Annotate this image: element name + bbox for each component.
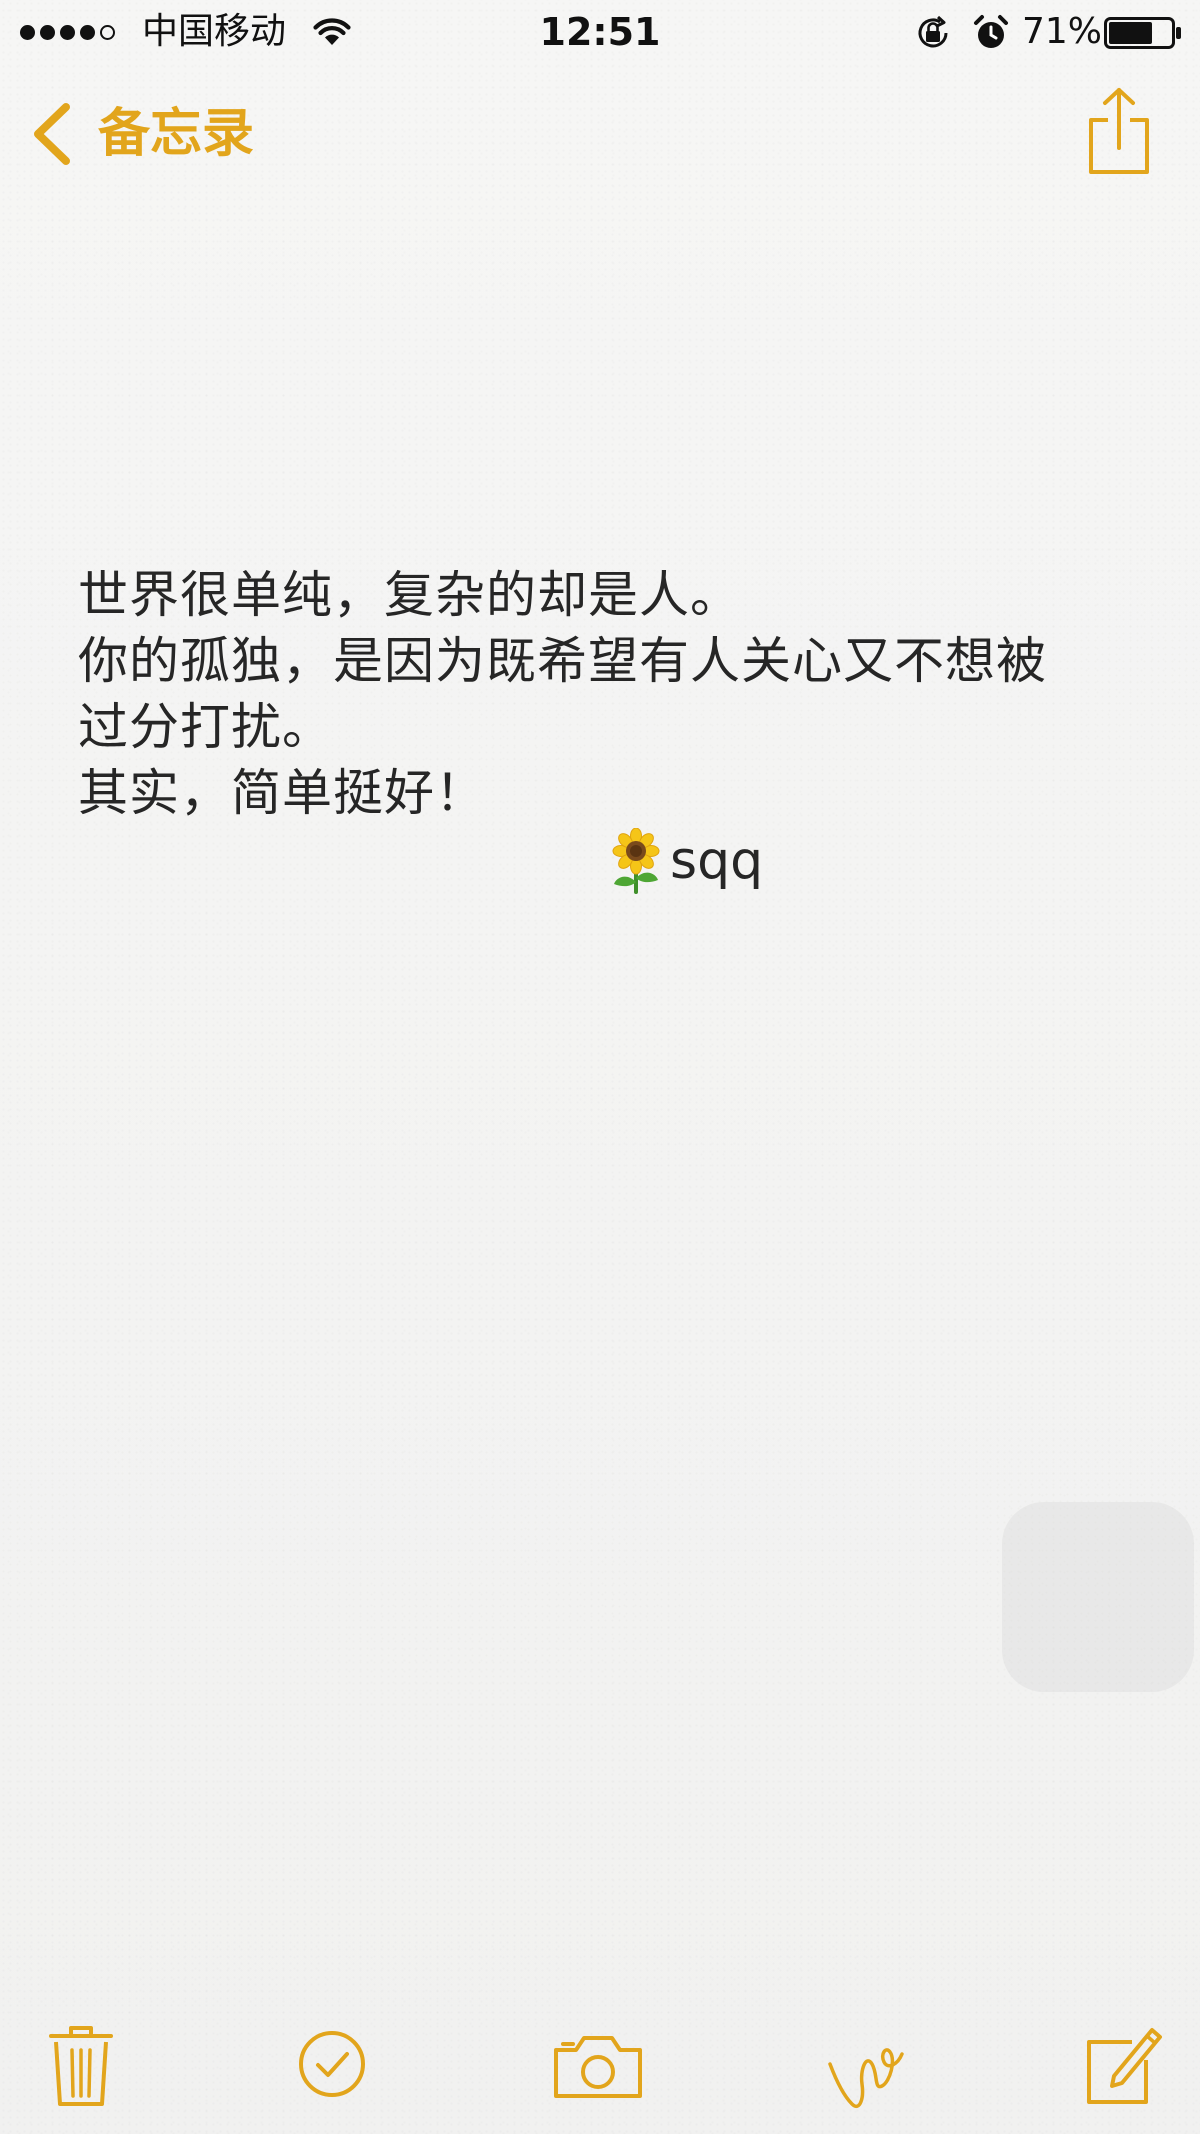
delete-button[interactable] xyxy=(48,2022,114,2108)
checklist-button[interactable] xyxy=(296,2028,368,2100)
chevron-left-icon xyxy=(34,103,70,165)
signal-dot-filled xyxy=(20,25,35,40)
share-icon xyxy=(1089,88,1149,174)
signal-dot-filled xyxy=(80,25,95,40)
sketch-icon xyxy=(828,2048,904,2108)
sketch-button[interactable] xyxy=(826,2024,906,2110)
note-line: 世界很单纯，复杂的却是人。 xyxy=(78,566,741,624)
note-line: 过分打扰。 xyxy=(78,698,333,756)
note-body[interactable]: 世界很单纯，复杂的却是人。 你的孤独，是因为既希望有人关心又不想被 过分打扰。 … xyxy=(78,562,1138,826)
battery-icon xyxy=(1104,17,1181,49)
signal-dot-filled xyxy=(60,25,75,40)
sunflower-icon xyxy=(612,828,660,894)
alarm-icon xyxy=(974,15,1008,48)
camera-icon xyxy=(554,2036,642,2098)
carrier-name: 中国移动 xyxy=(142,11,287,52)
checklist-icon xyxy=(299,2031,365,2097)
signature: sqq xyxy=(608,826,763,896)
status-bar: 中国移动 12:51 71% xyxy=(0,0,1200,64)
share-button[interactable] xyxy=(1086,86,1152,178)
trash-icon xyxy=(49,2026,113,2106)
signal-dot-filled xyxy=(40,25,55,40)
signature-text: sqq xyxy=(670,831,764,891)
bottom-toolbar xyxy=(0,2010,1200,2120)
battery-percent: 71% xyxy=(1022,11,1103,52)
rotation-lock-icon xyxy=(918,15,948,48)
status-time: 12:51 xyxy=(539,10,661,54)
note-line: 你的孤独，是因为既希望有人关心又不想被 xyxy=(78,632,1047,690)
signal-strength-icon xyxy=(20,25,115,40)
compose-button[interactable] xyxy=(1084,2022,1164,2106)
signal-dot-empty xyxy=(100,25,115,40)
assistive-touch-button[interactable] xyxy=(1002,1502,1194,1692)
camera-button[interactable] xyxy=(552,2032,644,2100)
note-line: 其实，简单挺好！ xyxy=(78,764,486,822)
back-button[interactable]: 备忘录 xyxy=(28,98,254,170)
back-label: 备忘录 xyxy=(98,104,255,164)
wifi-icon xyxy=(313,18,351,45)
compose-icon xyxy=(1087,2028,1162,2104)
